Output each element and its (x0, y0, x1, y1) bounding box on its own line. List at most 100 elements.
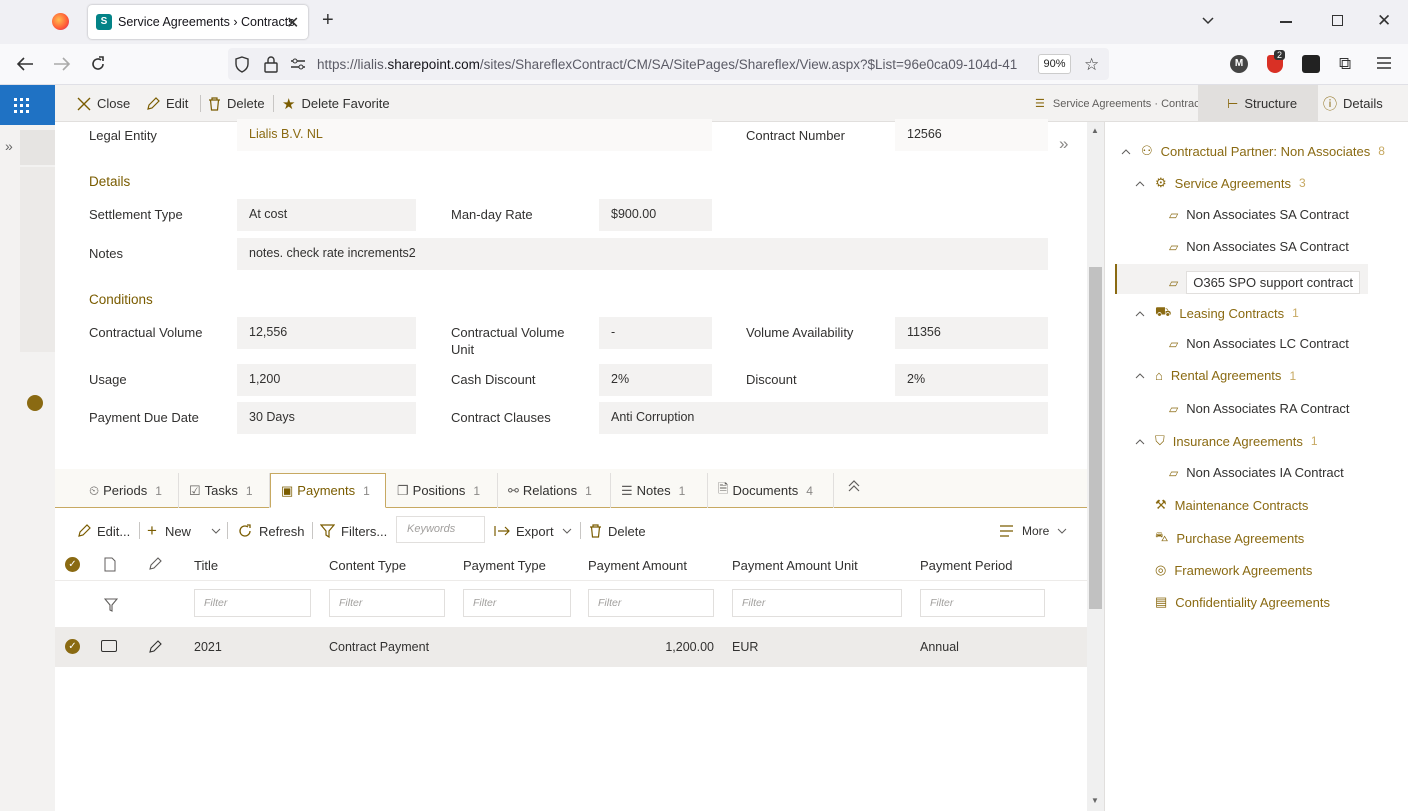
export-button[interactable]: Export (494, 520, 578, 542)
new-button[interactable]: + New (147, 520, 191, 542)
window-close-icon[interactable]: ✕ (1377, 11, 1391, 31)
scroll-thumb[interactable] (1089, 267, 1102, 609)
tab-list-icon[interactable] (1200, 12, 1216, 28)
tab-relations[interactable]: ⚯ Relations 1 (498, 473, 611, 508)
tree-item[interactable]: ▱ Non Associates IA Contract (1169, 465, 1344, 480)
tree-leaf-purchase[interactable]: ⛍ Purchase Agreements (1155, 529, 1304, 547)
export-icon (494, 526, 510, 536)
column-header-payment-period[interactable]: Payment Period (920, 558, 1013, 573)
tree-root[interactable]: ⚇ Contractual Partner: Non Associates 8 (1121, 143, 1385, 159)
trash-icon (209, 96, 220, 111)
column-header-content-type[interactable]: Content Type (329, 558, 406, 573)
list-icon: ☰ (1035, 98, 1045, 110)
tab-positions[interactable]: ❐ Positions 1 (387, 473, 498, 508)
select-all-check-icon[interactable]: ✓ (65, 557, 80, 572)
background-pane (20, 130, 55, 165)
back-icon[interactable] (16, 56, 34, 72)
filter-row-icon[interactable] (104, 598, 118, 612)
new-tab-icon[interactable]: + (322, 9, 334, 32)
tree-item[interactable]: ▱ Non Associates SA Contract (1169, 207, 1349, 222)
checkbox-icon: ☑ (189, 482, 201, 498)
column-header-payment-amount-unit[interactable]: Payment Amount Unit (732, 558, 858, 573)
expand-right-icon[interactable]: » (1059, 134, 1068, 154)
tree-item[interactable]: ▱ Non Associates SA Contract (1169, 239, 1349, 254)
structure-button[interactable]: ⊢ Structure (1227, 85, 1297, 122)
permissions-icon[interactable] (290, 58, 306, 70)
delete-favorite-button[interactable]: ★ Delete Favorite (282, 85, 390, 122)
bookmark-star-icon[interactable]: ☆ (1084, 55, 1099, 75)
document-icon: ❐ (397, 482, 409, 498)
keywords-input[interactable]: Keywords (396, 516, 485, 543)
scroll-up-icon[interactable]: ▲ (1091, 126, 1099, 135)
tree-item[interactable]: ▱ Non Associates RA Contract (1169, 401, 1350, 416)
selected-check-icon[interactable] (27, 395, 43, 411)
reload-icon[interactable] (89, 55, 107, 73)
filter-title[interactable]: Filter (194, 589, 311, 617)
cell-title[interactable]: 2021 (194, 640, 222, 654)
file-type-header-icon (104, 557, 116, 572)
delete-button[interactable]: Delete (208, 85, 265, 122)
profile-avatar[interactable]: M (1230, 55, 1248, 73)
close-tab-icon[interactable]: ✕ (286, 13, 299, 33)
row-edit-icon[interactable] (148, 640, 162, 654)
minimize-icon[interactable] (1280, 21, 1292, 23)
command-bar: Close Edit Delete ★ Delete Favorite ☰ Se… (55, 85, 1408, 122)
tab-payments[interactable]: ▣ Payments 1 (270, 473, 386, 508)
contract-icon: ▱ (1169, 465, 1179, 480)
filter-payment-period[interactable]: Filter (920, 589, 1045, 617)
star-icon: ★ (282, 95, 296, 113)
tree-group-rental-agreements[interactable]: ⌂ Rental Agreements 1 (1135, 368, 1296, 383)
filter-payment-type[interactable]: Filter (463, 589, 571, 617)
divider (55, 580, 1087, 581)
payment-icon (101, 640, 117, 652)
new-dropdown-chevron-icon[interactable] (211, 528, 221, 535)
row-selected-check-icon[interactable]: ✓ (65, 639, 80, 654)
filters-button[interactable]: Filters... (320, 520, 387, 542)
close-button[interactable]: Close (77, 85, 130, 122)
table-row[interactable]: ✓ 2021 Contract Payment 1,200.00 EUR Ann… (55, 627, 1087, 667)
legal-entity-link[interactable]: Lialis B.V. NL (249, 127, 323, 141)
puzzle-icon[interactable]: ⧉ (1339, 54, 1351, 74)
tree-item[interactable]: ▱ Non Associates LC Contract (1169, 336, 1349, 351)
tree-leaf-confidentiality[interactable]: ▤ Confidentiality Agreements (1155, 594, 1330, 610)
tree-group-leasing-contracts[interactable]: ⛟ Leasing Contracts 1 (1135, 304, 1299, 322)
refresh-button[interactable]: Refresh (237, 520, 305, 542)
details-button[interactable]: ⓘ Details (1323, 85, 1383, 122)
forward-icon[interactable] (53, 56, 71, 72)
tree-item-selected[interactable]: ▱ O365 SPO support contract (1169, 271, 1360, 294)
waffle-icon[interactable] (14, 98, 29, 113)
maximize-icon[interactable] (1332, 15, 1343, 26)
app-launcher[interactable] (0, 85, 55, 125)
tree-group-insurance-agreements[interactable]: ⛉ Insurance Agreements 1 (1135, 433, 1318, 449)
lock-icon[interactable] (264, 56, 278, 73)
list-delete-button[interactable]: Delete (589, 520, 646, 542)
tab-documents[interactable]: 🗎 Documents 4 (708, 473, 834, 508)
tab-notes[interactable]: ☰ Notes 1 (611, 473, 708, 508)
menu-icon[interactable] (1376, 56, 1392, 70)
tree-leaf-maintenance[interactable]: ⚒ Maintenance Contracts (1155, 497, 1308, 513)
filter-content-type[interactable]: Filter (329, 589, 445, 617)
scroll-down-icon[interactable]: ▼ (1091, 796, 1099, 805)
list-edit-button[interactable]: Edit... (77, 520, 130, 542)
column-header-payment-amount[interactable]: Payment Amount (588, 558, 687, 573)
tree-group-service-agreements[interactable]: ⚙ Service Agreements 3 (1135, 175, 1306, 191)
filter-payment-amount[interactable]: Filter (588, 589, 714, 617)
firefox-icon[interactable] (52, 13, 69, 30)
column-header-payment-type[interactable]: Payment Type (463, 558, 546, 573)
filter-payment-amount-unit[interactable]: Filter (732, 589, 902, 617)
expand-nav-icon[interactable]: » (5, 138, 13, 154)
tab-tasks[interactable]: ☑ Tasks 1 (179, 473, 270, 508)
browser-tab-active[interactable]: S Service Agreements › Contracts ✕ (88, 5, 308, 39)
more-button[interactable]: More (999, 520, 1073, 542)
main-scrollbar[interactable]: ▲ ▼ (1087, 122, 1104, 811)
zoom-level[interactable]: 90% (1038, 54, 1071, 74)
tree-leaf-framework[interactable]: ◎ Framework Agreements (1155, 562, 1312, 578)
edit-button[interactable]: Edit (146, 85, 188, 122)
tab-periods[interactable]: ⏲ Periods 1 (79, 473, 179, 508)
contract-icon: ▱ (1169, 401, 1179, 416)
url-bar[interactable]: https://lialis.sharepoint.com/sites/Shar… (228, 48, 1109, 80)
shield-icon[interactable] (234, 56, 250, 73)
extension-icon[interactable] (1302, 55, 1320, 73)
collapse-up-icon[interactable] (847, 479, 861, 493)
column-header-title[interactable]: Title (194, 558, 218, 573)
